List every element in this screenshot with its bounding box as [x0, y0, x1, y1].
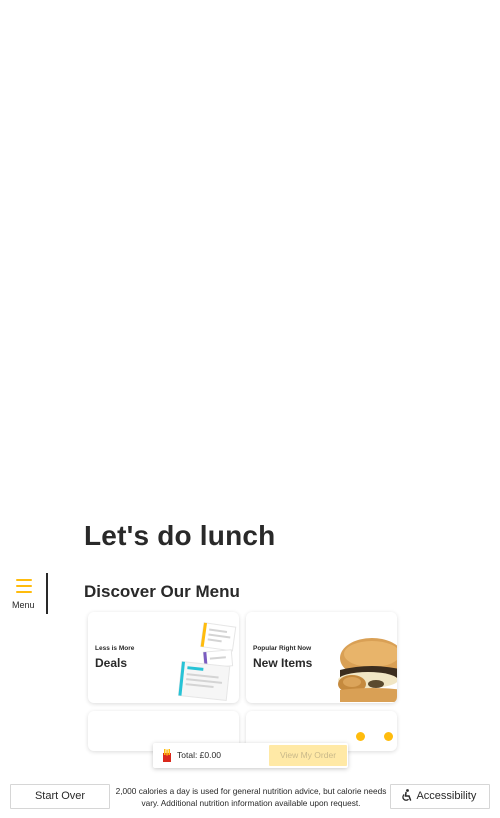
accessibility-button[interactable]: Accessibility	[390, 784, 490, 809]
menu-label: Menu	[12, 600, 35, 610]
coupons-illustration	[177, 622, 237, 701]
card-title: New Items	[253, 656, 313, 670]
card-title: Deals	[95, 656, 128, 670]
section-title: Discover Our Menu	[84, 582, 240, 601]
card-eyebrow: Popular Right Now	[253, 645, 312, 652]
card-eyebrow: Less is More	[95, 645, 135, 652]
accessibility-icon	[402, 789, 412, 801]
fries-icon	[163, 749, 171, 762]
burger-image	[338, 638, 397, 702]
start-over-button[interactable]: Start Over	[10, 784, 110, 809]
view-order-button[interactable]: View My Order	[269, 745, 347, 766]
menu-button[interactable]: Menu	[8, 574, 48, 614]
food-image	[384, 732, 393, 741]
order-total: Total: £0.00	[177, 750, 221, 760]
card-new-items[interactable]: Popular Right Now New Items	[246, 612, 397, 703]
menu-divider	[46, 573, 48, 614]
page-headline: Let's do lunch	[84, 520, 276, 551]
nutrition-disclaimer: 2,000 calories a day is used for general…	[115, 786, 387, 808]
accessibility-label: Accessibility	[416, 790, 477, 802]
hamburger-icon	[16, 579, 32, 597]
food-image	[356, 732, 365, 741]
card-deals[interactable]: Less is More Deals	[88, 612, 239, 703]
order-bar: Total: £0.00 View My Order	[153, 743, 348, 768]
